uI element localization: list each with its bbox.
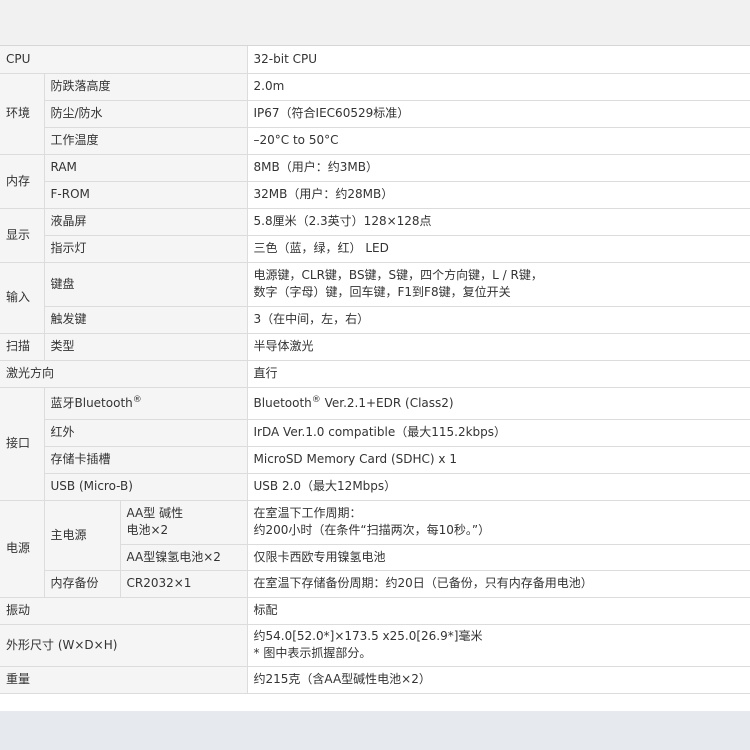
alkaline-value-line1: 在室温下工作周期：	[253, 506, 362, 520]
row-usb: USB (Micro-B) USB 2.0（最大12Mbps）	[0, 473, 750, 501]
row-dust-water: 防尘/防水 IP67（符合IEC60529标准）	[0, 100, 750, 128]
top-band	[0, 0, 750, 46]
bluetooth-label-text: 蓝牙Bluetooth	[50, 395, 133, 410]
alkaline-value: 在室温下工作周期： 约200小时（在条件“扫描两次，每10秒。”）	[247, 500, 750, 545]
input-label: 输入	[0, 262, 45, 334]
memory-label: 内存	[0, 154, 45, 209]
row-alkaline: 电源 主电源 AA型 碱性 电池×2 在室温下工作周期： 约200小时（在条件“…	[0, 500, 750, 598]
card-slot-label: 存储卡插槽	[44, 446, 248, 474]
infrared-label: 红外	[44, 419, 248, 447]
alkaline-label-line2: 电池×2	[126, 523, 169, 537]
from-label: F-ROM	[44, 181, 248, 209]
row-scan-type: 扫描 类型 半导体激光	[0, 333, 750, 361]
scan-type-value: 半导体激光	[247, 333, 750, 361]
bluetooth-label: 蓝牙Bluetooth®	[44, 387, 248, 420]
alkaline-value-line2: 约200小时（在条件“扫描两次，每10秒。”）	[253, 523, 491, 537]
row-trigger: 触发键 3（在中间，左，右）	[0, 306, 750, 334]
ram-value: 8MB（用户：约3MB）	[247, 154, 750, 182]
indicator-value: 三色（蓝，绿，红） LED	[247, 235, 750, 263]
nimh-value: 仅限卡西欧专用镍氢电池	[247, 544, 750, 571]
trigger-value: 3（在中间，左，右）	[247, 306, 750, 334]
row-cpu: CPU 32-bit CPU	[0, 46, 750, 74]
row-indicator: 指示灯 三色（蓝，绿，红） LED	[0, 235, 750, 263]
nimh-label: AA型镍氢电池×2	[120, 544, 248, 571]
drop-height-value: 2.0m	[247, 73, 750, 101]
backup-label: 内存备份	[44, 570, 121, 598]
row-keyboard: 输入 键盘 电源键，CLR键，BS键，S键，四个方向键，L / R键， 数字（字…	[0, 262, 750, 334]
power-label: 电源	[0, 500, 45, 598]
backup-value: 在室温下存储备份周期：约20日（已备份，只有内存备用电池）	[247, 570, 750, 598]
alkaline-label: AA型 碱性 电池×2	[120, 500, 248, 545]
weight-label: 重量	[0, 666, 248, 694]
row-from: F-ROM 32MB（用户：约28MB）	[0, 181, 750, 209]
row-backup: 内存备份 CR2032×1 在室温下存储备份周期：约20日（已备份，只有内存备用…	[0, 570, 750, 598]
dimensions-value-line2: * 图中表示抓握部分。	[253, 646, 372, 660]
bluetooth-value-prefix: Bluetooth	[253, 395, 312, 410]
infrared-value: IrDA Ver.1.0 compatible（最大115.2kbps）	[247, 419, 750, 447]
trigger-label: 触发键	[44, 306, 248, 334]
spec-table: CPU 32-bit CPU 环境 防跌落高度 2.0m 防尘/防水 IP67（…	[0, 46, 750, 694]
row-ram: 内存 RAM 8MB（用户：约3MB）	[0, 154, 750, 209]
keyboard-value-line1: 电源键，CLR键，BS键，S键，四个方向键，L / R键，	[253, 268, 543, 282]
operating-temp-value: –20°C to 50°C	[247, 127, 750, 155]
lcd-value: 5.8厘米（2.3英寸）128×128点	[247, 208, 750, 236]
dust-water-label: 防尘/防水	[44, 100, 248, 128]
row-infrared: 红外 IrDA Ver.1.0 compatible（最大115.2kbps）	[0, 419, 750, 447]
dimensions-value-line1: 约54.0[52.0*]×173.5 x25.0[26.9*]毫米	[253, 629, 483, 643]
row-laser-direction: 激光方向 直行	[0, 360, 750, 388]
vibration-value: 标配	[247, 597, 750, 625]
bluetooth-value: Bluetooth® Ver.2.1+EDR (Class2)	[247, 387, 750, 420]
indicator-label: 指示灯	[44, 235, 248, 263]
dimensions-value: 约54.0[52.0*]×173.5 x25.0[26.9*]毫米 * 图中表示…	[247, 624, 750, 667]
main-power-label: 主电源	[44, 500, 121, 571]
usb-label: USB (Micro-B)	[44, 473, 248, 501]
row-lcd: 显示 液晶屏 5.8厘米（2.3英寸）128×128点	[0, 208, 750, 263]
weight-value: 约215克（含AA型碱性电池×2）	[247, 666, 750, 694]
display-label: 显示	[0, 208, 45, 263]
interface-label: 接口	[0, 387, 45, 501]
keyboard-label: 键盘	[44, 262, 248, 307]
alkaline-label-line1: AA型 碱性	[126, 506, 184, 520]
scan-type-label: 类型	[44, 333, 248, 361]
lcd-label: 液晶屏	[44, 208, 248, 236]
row-card-slot: 存储卡插槽 MicroSD Memory Card (SDHC) x 1	[0, 446, 750, 474]
operating-temp-label: 工作温度	[44, 127, 248, 155]
from-value: 32MB（用户：约28MB）	[247, 181, 750, 209]
row-drop-height: 环境 防跌落高度 2.0m	[0, 73, 750, 155]
environment-label: 环境	[0, 73, 45, 155]
dimensions-label: 外形尺寸 (W×D×H)	[0, 624, 248, 667]
usb-value: USB 2.0（最大12Mbps）	[247, 473, 750, 501]
row-bluetooth: 接口 蓝牙Bluetooth® Bluetooth® Ver.2.1+EDR (…	[0, 387, 750, 501]
vibration-label: 振动	[0, 597, 248, 625]
ram-label: RAM	[44, 154, 248, 182]
row-vibration: 振动 标配	[0, 597, 750, 625]
backup-sub-label: CR2032×1	[120, 570, 248, 598]
keyboard-value: 电源键，CLR键，BS键，S键，四个方向键，L / R键， 数字（字母）键，回车…	[247, 262, 750, 307]
bluetooth-value-suffix: Ver.2.1+EDR (Class2)	[320, 395, 454, 410]
row-weight: 重量 约215克（含AA型碱性电池×2）	[0, 666, 750, 694]
bottom-band	[0, 711, 750, 750]
drop-height-label: 防跌落高度	[44, 73, 248, 101]
cpu-value: 32-bit CPU	[247, 46, 750, 74]
registered-mark: ®	[311, 394, 321, 405]
laser-direction-value: 直行	[247, 360, 750, 388]
row-dimensions: 外形尺寸 (W×D×H) 约54.0[52.0*]×173.5 x25.0[26…	[0, 624, 750, 667]
row-operating-temp: 工作温度 –20°C to 50°C	[0, 127, 750, 155]
registered-mark: ®	[132, 394, 142, 405]
keyboard-value-line2: 数字（字母）键，回车键，F1到F8键，复位开关	[253, 285, 511, 299]
scan-label: 扫描	[0, 333, 45, 361]
card-slot-value: MicroSD Memory Card (SDHC) x 1	[247, 446, 750, 474]
cpu-label: CPU	[0, 46, 248, 74]
laser-direction-label: 激光方向	[0, 360, 248, 388]
dust-water-value: IP67（符合IEC60529标准）	[247, 100, 750, 128]
